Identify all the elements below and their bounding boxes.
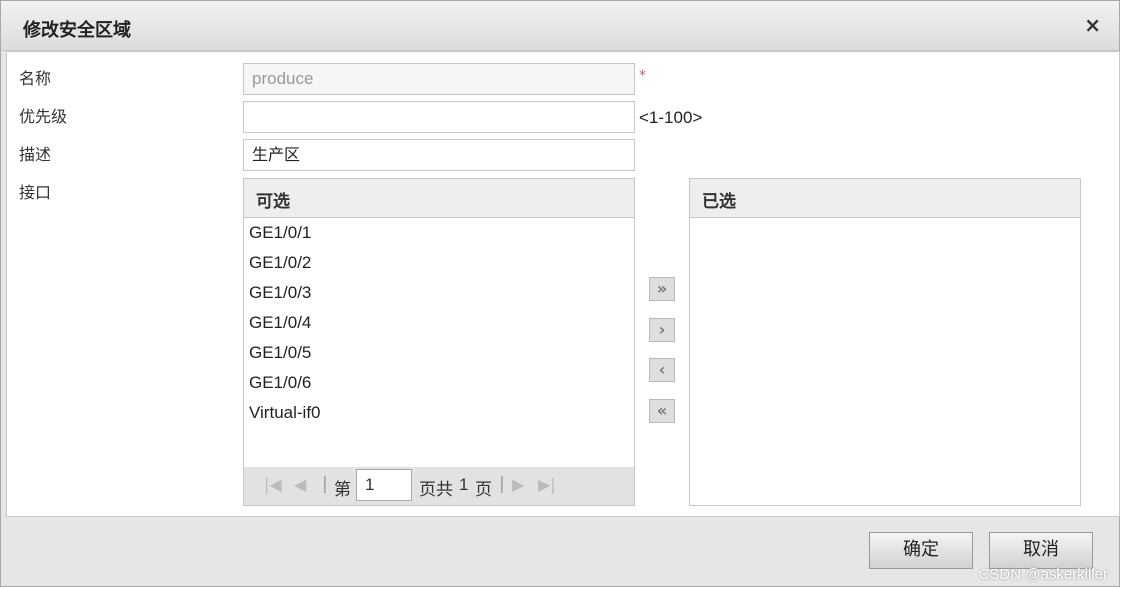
list-item[interactable]: GE1/0/5 <box>244 338 634 368</box>
ok-button[interactable]: 确定 <box>869 532 973 569</box>
pager-prefix: 第 <box>334 480 351 500</box>
dialog-titlebar: 修改安全区域 × <box>1 1 1119 51</box>
first-page-icon[interactable]: |◀ <box>264 475 282 494</box>
description-field[interactable]: 生产区 <box>243 139 635 171</box>
pager: |◀ ◀ | 第 1 页共 1 页 | ▶ ▶| <box>244 467 634 505</box>
watermark: CSDN @askerkiller <box>978 566 1108 583</box>
edit-security-zone-dialog: 修改安全区域 × 名称 produce * 优先级 <1-100> 描述 生产区… <box>0 0 1120 587</box>
last-page-icon[interactable]: ▶| <box>538 475 556 494</box>
dialog-content: 名称 produce * 优先级 <1-100> 描述 生产区 接口 可选 GE… <box>6 51 1120 517</box>
move-right-button[interactable]: › <box>649 318 675 342</box>
priority-range-hint: <1-100> <box>639 108 703 127</box>
list-item[interactable]: GE1/0/2 <box>244 248 634 278</box>
move-left-button[interactable]: ‹ <box>649 358 675 382</box>
selected-interfaces-panel: 已选 <box>689 178 1081 506</box>
list-item[interactable]: GE1/0/6 <box>244 368 634 398</box>
priority-label: 优先级 <box>19 107 68 126</box>
pager-divider: | <box>322 474 328 494</box>
selected-header: 已选 <box>690 179 1080 218</box>
priority-field[interactable] <box>243 101 635 133</box>
list-item[interactable]: GE1/0/3 <box>244 278 634 308</box>
pager-divider: | <box>499 474 505 494</box>
interface-label: 接口 <box>19 183 52 202</box>
next-page-icon[interactable]: ▶ <box>512 475 524 494</box>
list-item[interactable]: GE1/0/4 <box>244 308 634 338</box>
dialog-title: 修改安全区域 <box>23 20 131 41</box>
list-item[interactable]: Virtual-if0 <box>244 398 634 428</box>
page-number-input[interactable]: 1 <box>356 469 412 501</box>
available-interfaces-panel: 可选 GE1/0/1 GE1/0/2 GE1/0/3 GE1/0/4 GE1/0… <box>243 178 635 506</box>
move-all-left-button[interactable]: « <box>649 399 675 423</box>
dialog-footer: 确定 取消 <box>1 517 1119 588</box>
pager-suffix-a: 页共 <box>419 480 453 500</box>
name-field[interactable]: produce <box>243 63 635 95</box>
available-list: GE1/0/1 GE1/0/2 GE1/0/3 GE1/0/4 GE1/0/5 … <box>244 218 634 428</box>
description-label: 描述 <box>19 145 52 164</box>
list-item[interactable]: GE1/0/1 <box>244 218 634 248</box>
move-all-right-button[interactable]: » <box>649 277 675 301</box>
required-mark: * <box>639 68 646 84</box>
close-icon[interactable]: × <box>1084 14 1101 36</box>
pager-suffix-b: 页 <box>475 480 492 500</box>
total-pages: 1 <box>459 475 469 494</box>
cancel-button[interactable]: 取消 <box>989 532 1093 569</box>
available-header: 可选 <box>244 179 634 218</box>
prev-page-icon[interactable]: ◀ <box>294 475 306 494</box>
name-label: 名称 <box>19 69 52 88</box>
